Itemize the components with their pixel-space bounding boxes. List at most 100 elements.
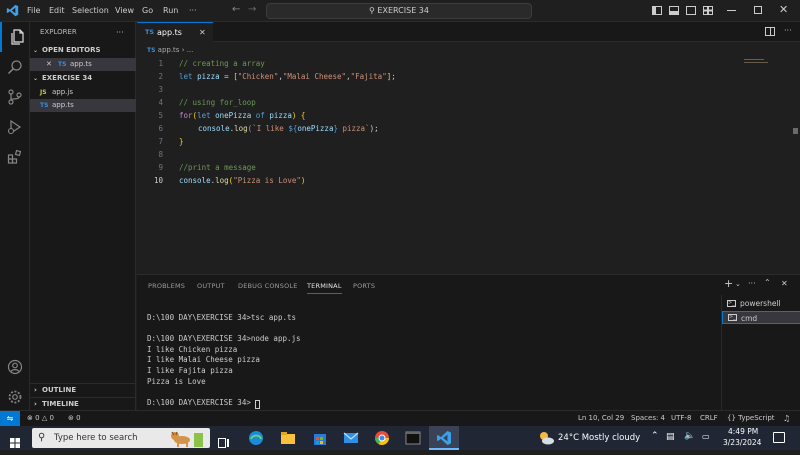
menu-edit[interactable]: Edit xyxy=(49,0,65,22)
edge-browser-icon[interactable] xyxy=(247,429,265,447)
new-terminal-icon[interactable]: + xyxy=(724,278,733,290)
breadcrumb-symbols[interactable]: › ... xyxy=(182,46,194,54)
project-folder-name: EXERCISE 34 xyxy=(42,74,93,82)
terminal-output[interactable]: D:\100 DAY\EXERCISE 34>tsc app.ts D:\100… xyxy=(147,313,301,408)
chevron-up-icon[interactable]: ⌃ xyxy=(764,278,771,287)
terminal-icon: >_ xyxy=(728,314,737,321)
close-panel-icon[interactable]: ✕ xyxy=(781,279,788,288)
file-explorer-icon[interactable] xyxy=(279,429,297,447)
terminal-list: >_ powershell >_ cmd xyxy=(721,295,800,411)
source-control-activity[interactable] xyxy=(0,82,30,112)
outline-section[interactable]: › OUTLINE xyxy=(30,383,136,396)
vscode-taskbar-button[interactable] xyxy=(429,426,459,450)
explorer-more-button[interactable]: ··· xyxy=(116,26,124,39)
task-view-icon[interactable] xyxy=(218,433,230,448)
windows-start-icon[interactable] xyxy=(10,433,20,448)
volume-icon[interactable]: 🔈 xyxy=(684,431,695,441)
tab-ports[interactable]: PORTS xyxy=(353,282,375,290)
tab-problems[interactable]: PROBLEMS xyxy=(148,282,185,290)
eol-status[interactable]: CRLF xyxy=(700,411,718,426)
minimize-icon[interactable] xyxy=(727,10,736,11)
minimap[interactable] xyxy=(744,59,764,60)
chevron-down-icon: ⌄ xyxy=(33,47,39,54)
tab-output[interactable]: OUTPUT xyxy=(197,282,225,290)
accounts-activity[interactable] xyxy=(0,352,30,382)
split-editor-icon[interactable] xyxy=(765,27,775,36)
restore-icon[interactable] xyxy=(754,6,762,14)
code-editor[interactable]: 1 2 3 4 5 6 7 8 9 10 // creating a array… xyxy=(137,56,800,272)
warning-count: 0 xyxy=(49,414,54,422)
close-editor-icon[interactable]: ✕ xyxy=(46,58,52,71)
mail-icon[interactable] xyxy=(342,429,360,447)
notification-center-icon[interactable] xyxy=(773,432,785,443)
terminal-app-icon[interactable] xyxy=(404,429,422,447)
command-center-search[interactable]: ⚲ EXERCISE 34 xyxy=(266,3,532,19)
breadcrumb-file[interactable]: app.ts xyxy=(158,46,180,54)
close-window-icon[interactable]: ✕ xyxy=(779,3,788,17)
vscode-logo-icon[interactable] xyxy=(6,4,19,19)
terminal-item-powershell[interactable]: >_ powershell xyxy=(722,297,800,310)
terminal-line: I like Malai Cheese pizza xyxy=(147,355,260,365)
close-tab-icon[interactable]: ✕ xyxy=(199,23,206,42)
open-editor-item[interactable]: ✕ TS app.ts xyxy=(30,58,136,71)
menu-selection[interactable]: Selection xyxy=(72,0,109,22)
weather-status[interactable]: 24°C Mostly cloudy xyxy=(558,426,640,450)
indentation-status[interactable]: Spaces: 4 xyxy=(631,411,665,426)
taskbar-search-box[interactable]: ⚲ Type here to search xyxy=(32,428,210,448)
problems-status[interactable]: ⊗ 0 △ 0 xyxy=(27,411,54,426)
clock-date[interactable]: 3/23/2024 xyxy=(723,438,761,448)
account-icon xyxy=(7,359,23,375)
back-arrow-icon[interactable]: ← xyxy=(232,5,240,15)
panel-more-button[interactable]: ··· xyxy=(748,279,756,288)
menu-go[interactable]: Go xyxy=(142,0,153,22)
code-line-5: for(let onePizza of pizza) { xyxy=(179,111,306,120)
menu-file[interactable]: File xyxy=(27,0,40,22)
encoding-status[interactable]: UTF-8 xyxy=(671,411,691,426)
search-activity[interactable] xyxy=(0,52,30,82)
chevron-up-icon[interactable]: ⌃ xyxy=(651,431,659,441)
menu-view[interactable]: View xyxy=(115,0,134,22)
search-icon xyxy=(7,60,22,75)
open-editors-section[interactable]: ⌄ OPEN EDITORS xyxy=(30,44,136,57)
dog-doodle-icon xyxy=(168,429,204,447)
clock-time[interactable]: 4:49 PM xyxy=(728,427,758,437)
customize-layout-icon[interactable] xyxy=(703,6,713,15)
remote-indicator-icon[interactable]: ⇋ xyxy=(0,411,20,426)
menu-more[interactable]: ··· xyxy=(189,0,197,22)
code-line-6: console.log(`I like ${onePizza} pizza`); xyxy=(198,124,379,133)
chevron-down-icon[interactable]: ⌄ xyxy=(735,280,741,288)
files-icon xyxy=(11,29,24,45)
microsoft-store-icon[interactable] xyxy=(311,429,329,447)
project-folder[interactable]: ⌄ EXERCISE 34 xyxy=(30,72,136,85)
tab-app-ts[interactable]: TS app.ts ✕ xyxy=(137,22,213,42)
chrome-browser-icon[interactable] xyxy=(373,429,391,447)
line-number: 9 xyxy=(158,163,163,172)
extensions-activity[interactable] xyxy=(0,142,30,172)
toggle-secondary-sidebar-icon[interactable] xyxy=(686,6,696,15)
explorer-activity[interactable] xyxy=(0,22,30,52)
network-icon[interactable]: ▤ xyxy=(666,432,675,442)
timeline-section[interactable]: › TIMELINE xyxy=(30,397,136,410)
manage-activity[interactable] xyxy=(0,382,30,412)
toggle-panel-icon[interactable] xyxy=(669,6,679,15)
file-item-app-js[interactable]: JS app.js xyxy=(30,86,136,99)
notifications-bell-icon[interactable]: ♫ xyxy=(783,411,790,426)
line-number-current: 10 xyxy=(153,176,163,185)
code-line-4: // using for_loop xyxy=(179,98,256,107)
tab-terminal[interactable]: TERMINAL xyxy=(307,282,342,294)
tab-debug-console[interactable]: DEBUG CONSOLE xyxy=(238,282,298,290)
editor-more-button[interactable]: ··· xyxy=(784,26,792,35)
battery-icon[interactable]: ▭ xyxy=(702,432,710,441)
scrollbar-thumb[interactable] xyxy=(793,128,798,134)
language-mode[interactable]: {} TypeScript xyxy=(727,411,775,426)
file-item-app-ts[interactable]: TS app.ts xyxy=(30,99,136,112)
terminal-item-cmd[interactable]: >_ cmd xyxy=(722,311,800,324)
menu-run[interactable]: Run xyxy=(163,0,178,22)
cursor-position[interactable]: Ln 10, Col 29 xyxy=(578,411,624,426)
toggle-sidebar-icon[interactable] xyxy=(652,6,662,15)
title-bar: File Edit Selection View Go Run ··· ← → … xyxy=(0,0,800,22)
ports-status[interactable]: ⊛ 0 xyxy=(68,411,81,426)
run-debug-activity[interactable] xyxy=(0,112,30,142)
forward-arrow-icon[interactable]: → xyxy=(248,5,256,15)
open-editors-title: OPEN EDITORS xyxy=(42,46,101,54)
